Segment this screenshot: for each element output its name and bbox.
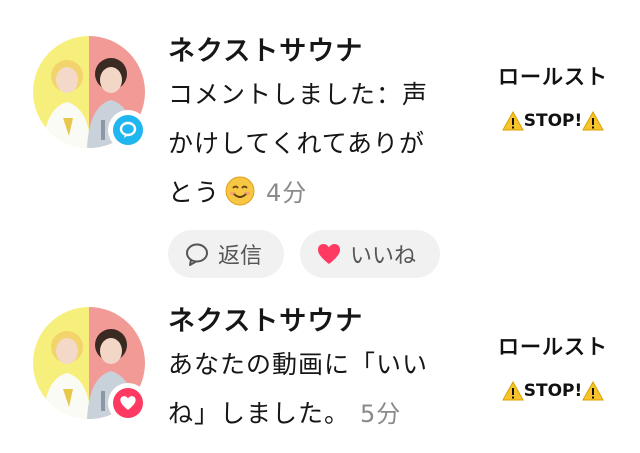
- heart-icon: [113, 388, 143, 418]
- smiling-face-icon: [225, 176, 255, 206]
- like-badge: [108, 383, 148, 423]
- warning-icon: [501, 381, 524, 401]
- notification-item-comment[interactable]: ネクストサウナ コメントしました：声かけしてくれてありがとう 4分 返信 いいね…: [0, 0, 640, 280]
- notification-item-like[interactable]: ネクストサウナ あなたの動画に「いいね」しました。 5分 ロールスト STOP!: [0, 280, 640, 453]
- username[interactable]: ネクストサウナ: [168, 34, 468, 70]
- reply-bubble-icon: [186, 243, 208, 266]
- action-row: 返信 いいね: [168, 230, 468, 278]
- warning-icon: [582, 381, 605, 401]
- reply-button[interactable]: 返信: [168, 230, 284, 278]
- username[interactable]: ネクストサウナ: [168, 304, 468, 340]
- notification-message: あなたの動画に「いいね」しました。 5分: [168, 340, 450, 439]
- timestamp: 5分: [360, 400, 402, 428]
- video-thumbnail[interactable]: ロールスト STOP!: [478, 60, 628, 136]
- notification-content: ネクストサウナ コメントしました：声かけしてくれてありがとう 4分 返信 いいね: [168, 34, 468, 278]
- comment-badge: [108, 110, 148, 150]
- comment-bubble-icon: [113, 115, 143, 145]
- timestamp: 4分: [266, 179, 308, 207]
- warning-icon: [501, 111, 524, 131]
- like-button[interactable]: いいね: [300, 230, 440, 278]
- warning-icon: [582, 111, 605, 131]
- notification-message: コメントしました：声かけしてくれてありがとう 4分: [168, 70, 450, 218]
- heart-icon: [318, 244, 340, 264]
- thumbnail-stop-text: STOP!: [523, 381, 583, 401]
- video-thumbnail[interactable]: ロールスト STOP!: [478, 330, 628, 406]
- thumbnail-caption-subtitle: STOP!: [478, 106, 628, 136]
- notification-content: ネクストサウナ あなたの動画に「いいね」しました。 5分: [168, 304, 468, 439]
- thumbnail-stop-text: STOP!: [523, 111, 583, 131]
- notification-feed: ネクストサウナ コメントしました：声かけしてくれてありがとう 4分 返信 いいね…: [0, 0, 640, 453]
- reply-label: 返信: [218, 244, 263, 269]
- thumbnail-caption-title: ロールスト: [498, 65, 608, 89]
- thumbnail-caption-title: ロールスト: [498, 335, 608, 359]
- thumbnail-caption-subtitle: STOP!: [478, 376, 628, 406]
- like-label: いいね: [350, 244, 417, 269]
